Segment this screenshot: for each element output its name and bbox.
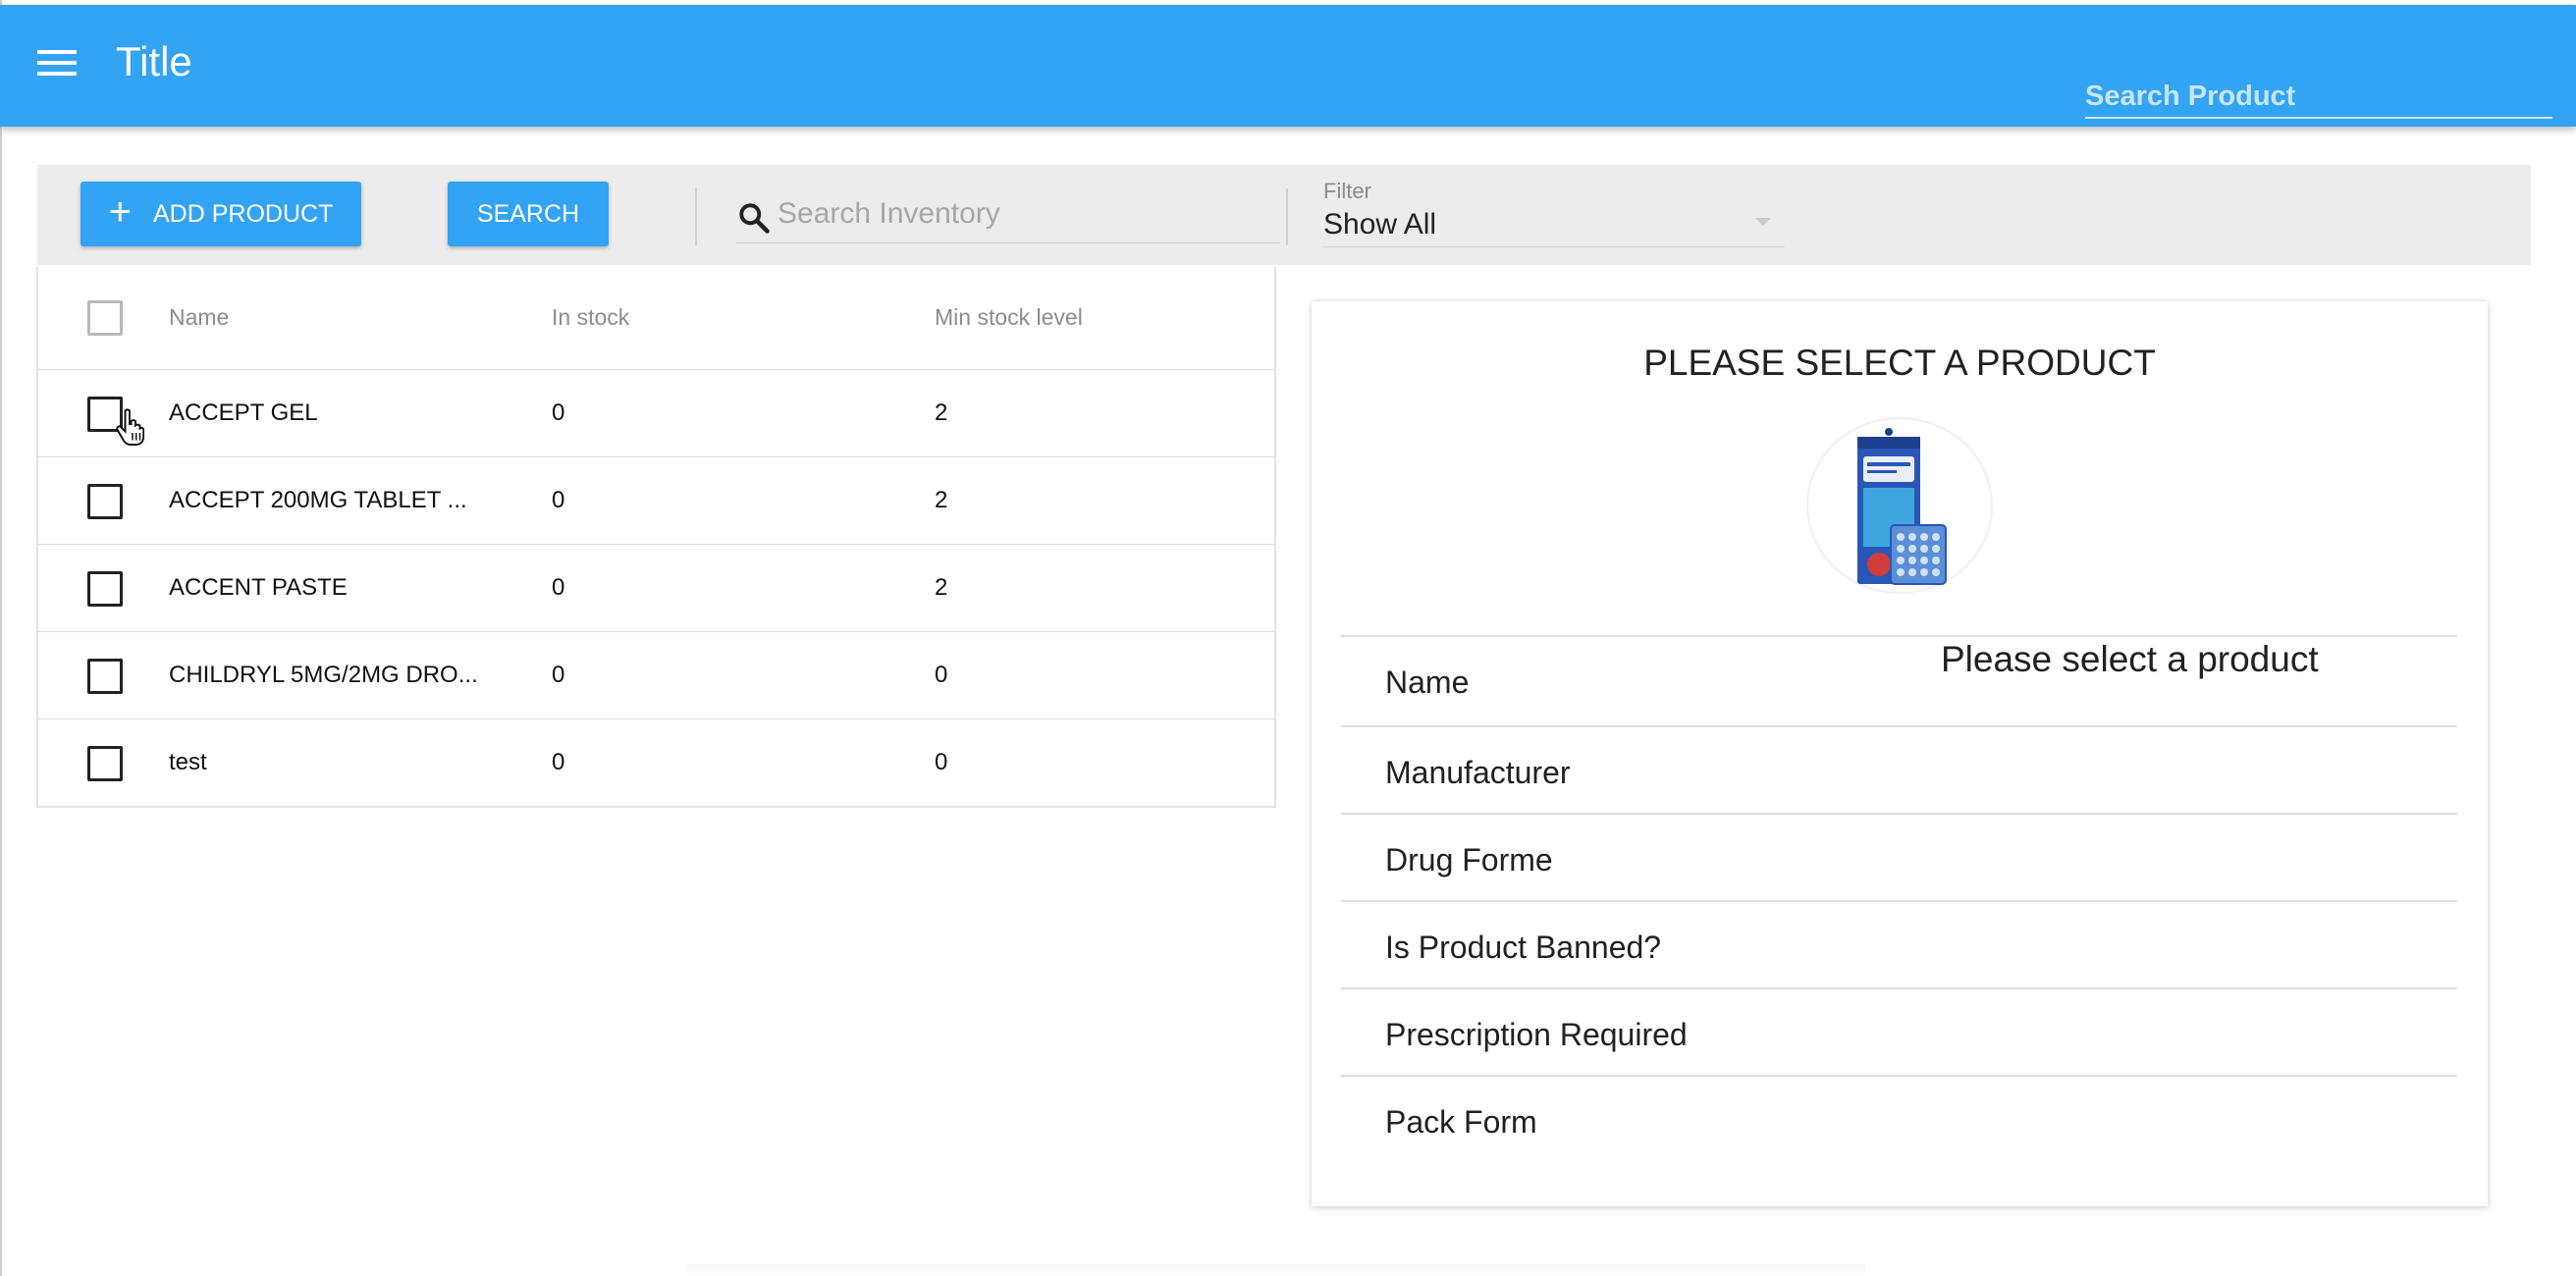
add-product-button[interactable]: + ADD PRODUCT [80, 182, 361, 246]
app-title: Title [116, 38, 192, 84]
table-row[interactable]: CHILDRYL 5MG/2MG DRO... 0 0 [38, 631, 1274, 718]
search-button[interactable]: SEARCH [448, 182, 609, 246]
property-row: Name Please select a product [1341, 635, 2457, 725]
product-details-card: PLEASE SELECT A PRODUCT Name Please sele… [1312, 301, 2488, 1206]
property-row: Pack Form [1341, 1075, 2457, 1162]
product-properties-list: Name Please select a product Manufacture… [1341, 635, 2457, 1162]
filter-label: Filter [1323, 179, 1371, 203]
row-name: ACCENT PASTE [169, 574, 348, 601]
property-label: Pack Form [1385, 1104, 1537, 1140]
table-row[interactable]: ACCENT PASTE 0 2 [38, 544, 1274, 631]
column-header-min-stock: Min stock level [935, 304, 1083, 330]
details-title: PLEASE SELECT A PRODUCT [1643, 343, 2156, 383]
inventory-toolbar: + ADD PRODUCT SEARCH Filter Show All [37, 165, 2531, 265]
property-row: Is Product Banned? [1341, 900, 2457, 987]
row-checkbox[interactable] [87, 659, 123, 694]
column-header-name: Name [169, 304, 230, 330]
property-label: Is Product Banned? [1385, 930, 1662, 965]
row-name: ACCEPT 200MG TABLET ... [169, 487, 467, 513]
search-button-label: SEARCH [476, 199, 580, 228]
filter-value: Show All [1323, 208, 1437, 240]
select-all-checkbox[interactable] [87, 300, 123, 336]
product-search-input[interactable] [2085, 76, 2552, 117]
table-row[interactable]: ACCEPT GEL 0 2 [38, 369, 1274, 456]
product-table: Name In stock Min stock level ACCEPT GEL… [36, 267, 1276, 808]
property-label: Manufacturer [1385, 755, 1571, 790]
property-row: Manufacturer [1341, 725, 2457, 813]
toolbar-divider [1286, 188, 1288, 245]
row-min-stock: 2 [935, 399, 948, 426]
table-header-row: Name In stock Min stock level [38, 267, 1274, 369]
row-in-stock: 0 [552, 574, 565, 601]
row-checkbox[interactable] [87, 484, 123, 519]
row-min-stock: 0 [935, 662, 948, 688]
bottom-shadow [687, 1264, 1865, 1276]
hand-cursor-icon [116, 408, 144, 446]
search-icon [739, 203, 770, 234]
inventory-search-field[interactable] [736, 186, 1280, 243]
row-min-stock: 2 [935, 574, 948, 601]
inventory-search-input[interactable] [778, 186, 1278, 241]
add-product-label: ADD PRODUCT [153, 199, 334, 228]
row-min-stock: 2 [935, 487, 948, 513]
row-in-stock: 0 [552, 662, 565, 688]
table-row[interactable]: test 0 0 [38, 718, 1274, 806]
row-min-stock: 0 [935, 749, 948, 775]
property-label: Prescription Required [1385, 1017, 1688, 1052]
toolbar-divider [695, 188, 697, 245]
row-in-stock: 0 [552, 399, 565, 426]
plus-icon: + [108, 190, 132, 234]
column-header-in-stock: In stock [552, 304, 630, 330]
row-name: ACCEPT GEL [169, 399, 318, 426]
property-row: Drug Forme [1341, 813, 2457, 900]
table-row[interactable]: ACCEPT 200MG TABLET ... 0 2 [38, 456, 1274, 544]
product-box-image [1806, 417, 1993, 594]
row-checkbox[interactable] [87, 746, 123, 781]
row-name: test [169, 749, 207, 775]
hamburger-menu-icon[interactable] [37, 50, 77, 80]
row-in-stock: 0 [552, 487, 565, 513]
filter-select[interactable]: Filter Show All [1323, 179, 1785, 247]
row-name: CHILDRYL 5MG/2MG DRO... [169, 662, 478, 688]
product-box-icon [1857, 428, 1947, 585]
chevron-down-icon [1755, 218, 1771, 226]
property-row: Prescription Required [1341, 987, 2457, 1075]
property-label: Drug Forme [1385, 842, 1553, 877]
row-checkbox[interactable] [87, 571, 123, 607]
app-bar: Title [0, 5, 2576, 127]
row-in-stock: 0 [552, 749, 565, 775]
property-value: Please select a product [1941, 639, 2319, 679]
product-search-field[interactable] [2085, 76, 2552, 119]
property-label: Name [1385, 665, 1470, 700]
